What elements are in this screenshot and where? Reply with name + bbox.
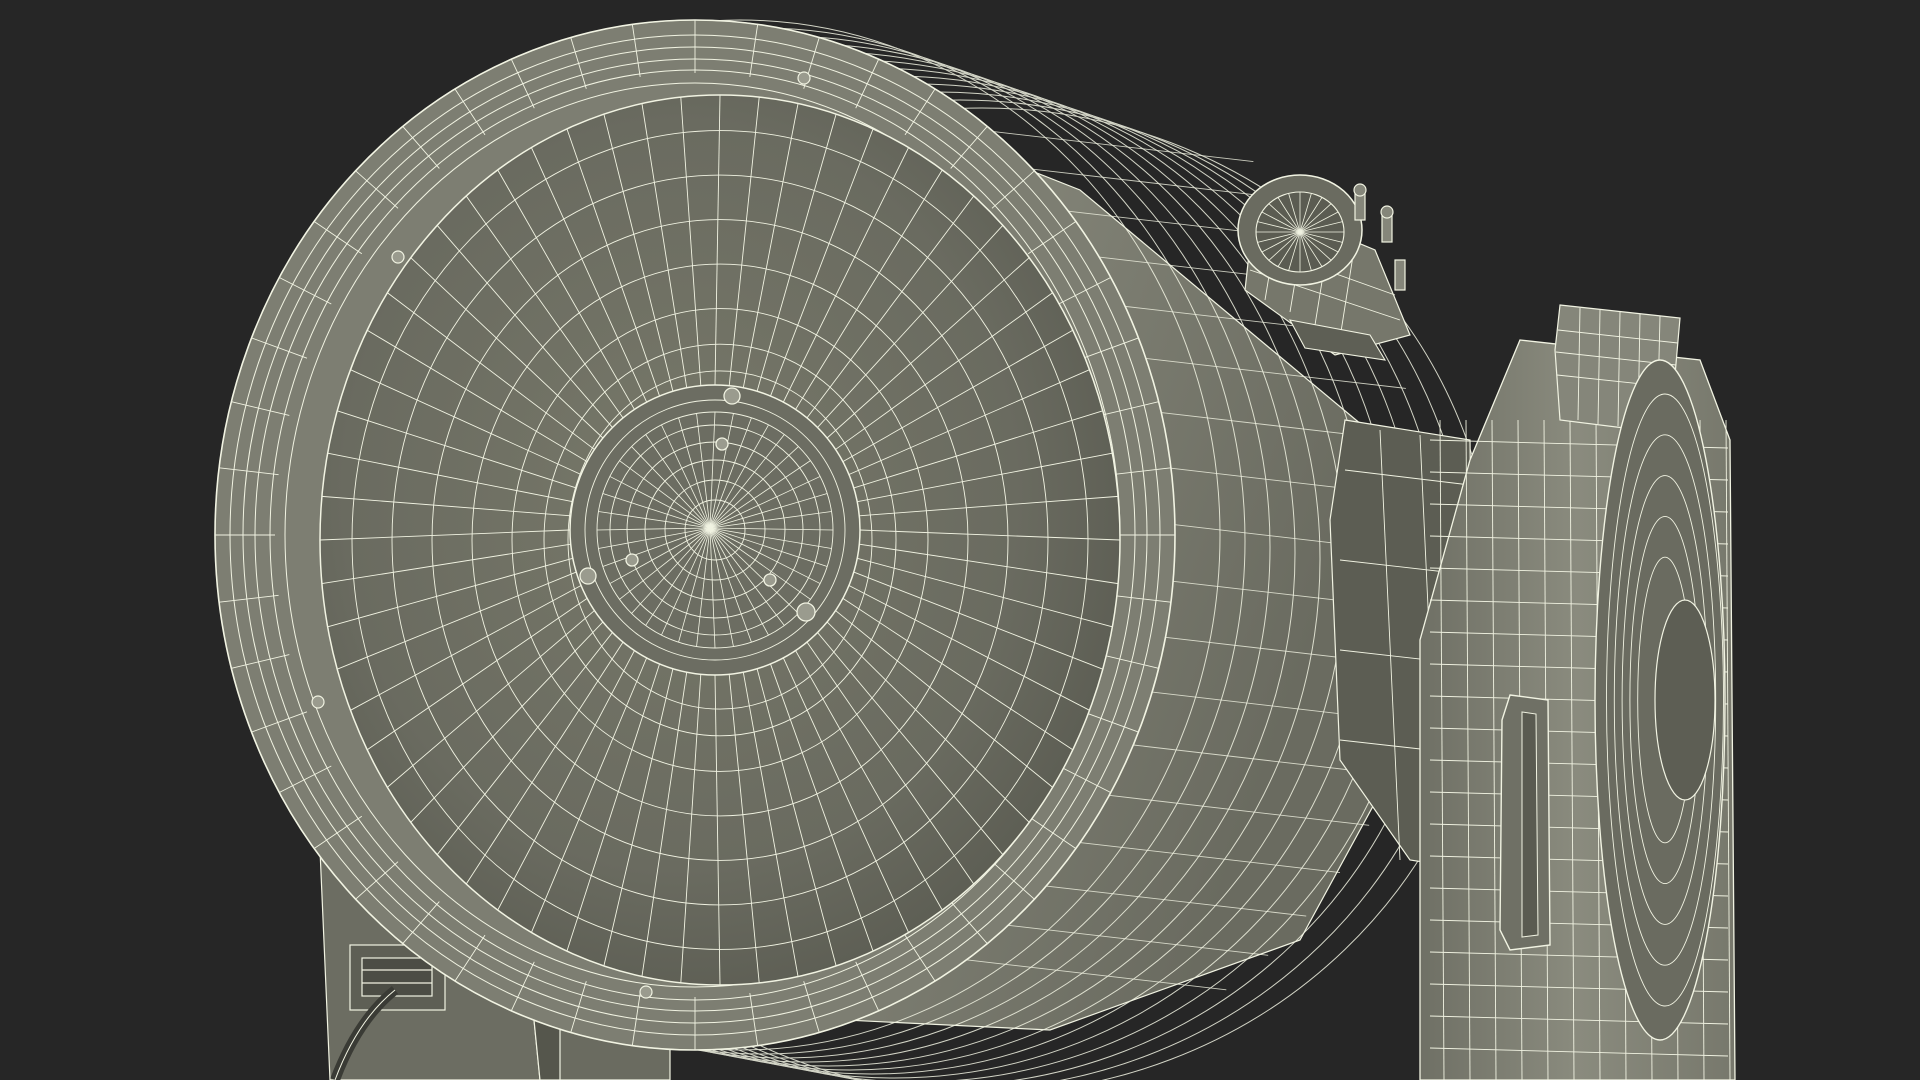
fork-bearing-hub: [1654, 599, 1716, 801]
fork-arm: [1419, 304, 1736, 1080]
front-face: [214, 19, 1176, 1051]
finder-scope: [1237, 174, 1411, 361]
finder-lens-spokes: [1256, 192, 1344, 272]
fork-handle-groove: [1521, 711, 1539, 938]
viewport-canvas: [214, 19, 1736, 1080]
